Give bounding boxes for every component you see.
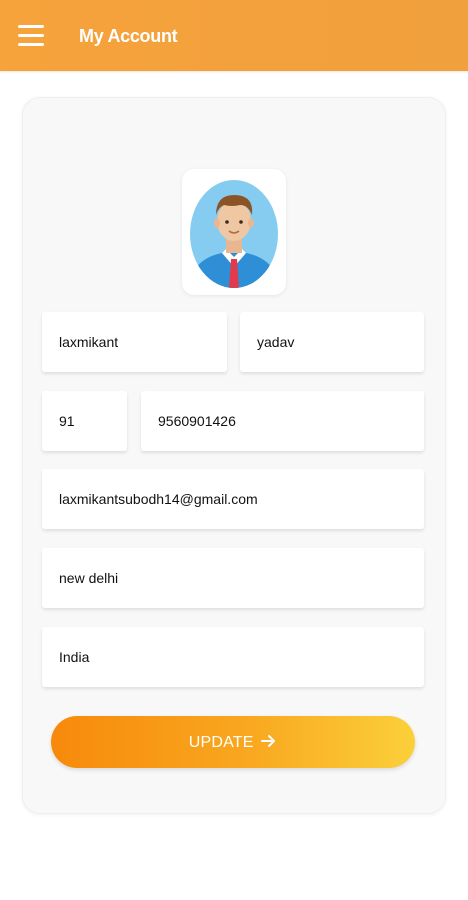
my-account-screen: My Account laxmikant yadav 91 9560901426… — [0, 0, 468, 900]
arrow-right-icon — [261, 735, 276, 747]
email-field[interactable]: laxmikantsubodh14@gmail.com — [42, 469, 424, 529]
page-title: My Account — [79, 26, 178, 46]
first-name-value: laxmikant — [59, 334, 119, 350]
first-name-field[interactable]: laxmikant — [42, 312, 227, 372]
last-name-value: yadav — [257, 334, 295, 350]
country-code-field[interactable]: 91 — [42, 391, 127, 451]
hamburger-menu-icon[interactable] — [14, 21, 48, 51]
country-value: India — [59, 649, 90, 665]
email-value: laxmikantsubodh14@gmail.com — [59, 491, 258, 507]
city-value: new delhi — [59, 570, 119, 586]
city-field[interactable]: new delhi — [42, 548, 424, 608]
country-field[interactable]: India — [42, 627, 424, 687]
update-button[interactable]: UPDATE — [51, 716, 415, 768]
phone-field[interactable]: 9560901426 — [141, 391, 424, 451]
app-bar: My Account — [0, 0, 468, 71]
phone-value: 9560901426 — [158, 413, 236, 429]
update-button-label: UPDATE — [188, 734, 254, 751]
last-name-field[interactable]: yadav — [240, 312, 424, 372]
user-avatar-icon — [190, 180, 278, 288]
country-code-value: 91 — [59, 413, 75, 429]
avatar[interactable] — [182, 169, 286, 295]
